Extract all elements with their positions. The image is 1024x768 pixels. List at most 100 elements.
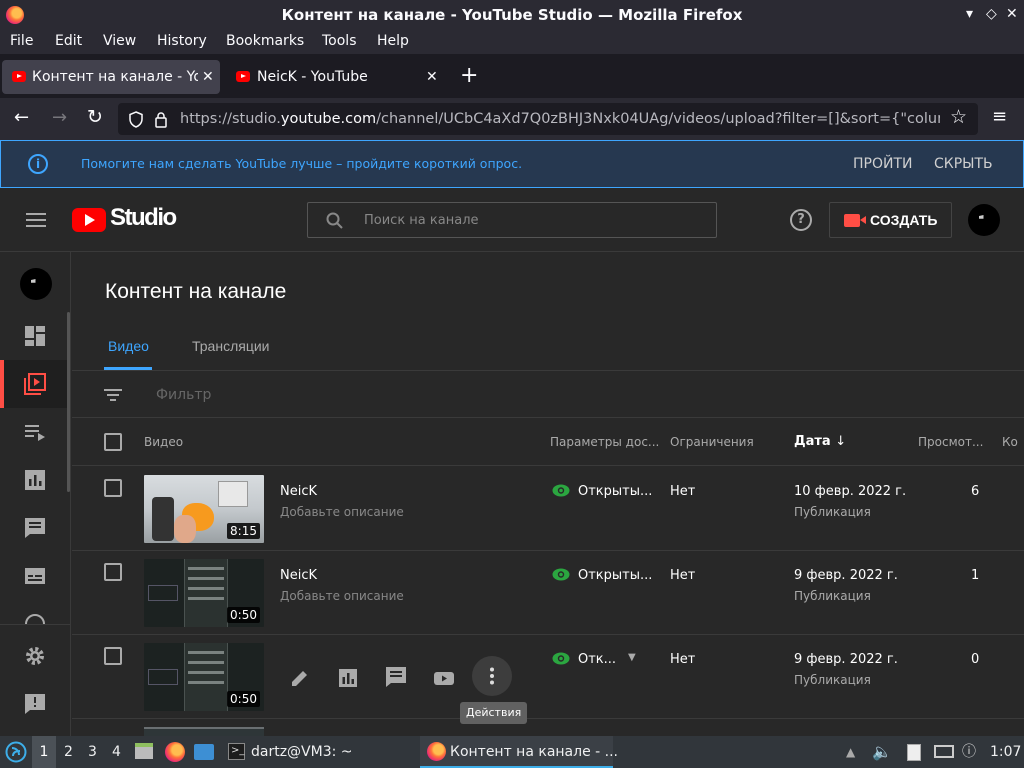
sidebar-scrollbar[interactable] <box>67 312 70 492</box>
desktop-icon[interactable] <box>194 744 214 760</box>
volume-icon[interactable]: 🔈 <box>872 736 892 768</box>
desktop-1[interactable]: 1 <box>32 736 56 768</box>
visibility-dropdown-icon[interactable]: ▼ <box>628 652 636 663</box>
menu-help[interactable]: Help <box>377 33 409 49</box>
video-duration: 0:50 <box>227 691 260 707</box>
close-icon[interactable]: ✕ <box>426 60 438 94</box>
tab-videos[interactable]: Видео <box>108 338 149 354</box>
window-minimize-button[interactable]: ▾ <box>966 6 973 22</box>
restrictions-value: Нет <box>670 568 696 583</box>
feedback-icon[interactable] <box>24 693 46 715</box>
tray-arrow-up-icon[interactable]: ▲ <box>846 736 855 768</box>
subtitles-icon[interactable] <box>24 565 46 587</box>
visibility-value[interactable]: Открыты... <box>552 484 652 499</box>
visibility-value[interactable]: Открыты... <box>552 568 652 583</box>
filter-icon[interactable] <box>104 389 122 401</box>
menu-file[interactable]: File <box>10 33 33 49</box>
playlists-icon[interactable] <box>24 421 46 443</box>
firefox-launcher-icon[interactable] <box>165 742 185 762</box>
col-date[interactable]: Дата ↓ <box>794 418 846 466</box>
survey-hide-button[interactable]: СКРЫТЬ <box>934 141 993 187</box>
analytics-icon[interactable] <box>24 469 46 491</box>
menu-history[interactable]: History <box>157 33 207 49</box>
col-restrictions[interactable]: Ограничения <box>670 418 754 466</box>
video-title[interactable]: NeicK <box>280 484 317 499</box>
table-row[interactable]: 0:50 Отк... ▼ Нет 9 февр. 2022 г. Публик… <box>72 635 1024 719</box>
copyright-icon[interactable] <box>24 613 46 624</box>
video-thumbnail[interactable]: 8:15 <box>144 475 264 543</box>
taskbar-firefox-label[interactable]: Контент на канале - ... <box>450 736 618 768</box>
video-thumbnail[interactable]: 0:50 <box>144 559 264 627</box>
channel-search[interactable] <box>307 202 717 238</box>
studio-logo-text[interactable]: Studio <box>110 204 177 232</box>
youtube-play-icon[interactable] <box>433 667 455 689</box>
table-row[interactable]: 8:15 NeicK Добавьте описание Открыты... … <box>72 467 1024 551</box>
table-row[interactable]: 0:50 NeicK Добавьте описание Открыты... … <box>72 551 1024 635</box>
video-description[interactable]: Добавьте описание <box>280 505 404 519</box>
tab-streams[interactable]: Трансляции <box>192 338 269 354</box>
help-icon[interactable]: ? <box>790 209 812 231</box>
notifications-icon[interactable]: ⓘ <box>962 736 976 768</box>
channel-avatar[interactable] <box>20 268 52 300</box>
col-views[interactable]: Просмот... <box>918 418 983 466</box>
tab-channel[interactable]: NeicK - YouTube ✕ <box>228 60 446 94</box>
select-all-checkbox[interactable] <box>104 433 122 451</box>
tab-studio[interactable]: Контент на канале - Yo ✕ <box>2 60 220 94</box>
desktop-3[interactable]: 3 <box>88 736 97 768</box>
col-visibility[interactable]: Параметры дос... <box>550 418 659 466</box>
start-menu-icon[interactable] <box>5 741 27 763</box>
filter-placeholder[interactable]: Фильтр <box>156 371 211 419</box>
clipboard-icon[interactable] <box>907 744 921 761</box>
new-tab-button[interactable]: + <box>460 64 478 88</box>
avatar[interactable] <box>968 204 1000 236</box>
search-input[interactable] <box>364 203 704 237</box>
options-button[interactable] <box>472 656 512 696</box>
url-bar[interactable]: https://studio.youtube.com/channel/UCbC4… <box>118 103 978 135</box>
video-description[interactable]: Добавьте описание <box>280 589 404 603</box>
app-menu-icon[interactable]: ≡ <box>992 106 1007 127</box>
window-close-button[interactable]: ✕ <box>1006 6 1018 22</box>
menu-view[interactable]: View <box>103 33 136 49</box>
create-label: СОЗДАТЬ <box>870 212 938 228</box>
reload-button[interactable]: ↻ <box>87 106 103 128</box>
menu-edit[interactable]: Edit <box>55 33 82 49</box>
row-checkbox[interactable] <box>104 479 122 497</box>
video-title[interactable]: NeicK <box>280 568 317 583</box>
close-icon[interactable]: ✕ <box>202 60 214 94</box>
file-manager-icon[interactable] <box>135 743 153 759</box>
settings-gear-icon[interactable] <box>24 645 46 667</box>
menu-bookmarks[interactable]: Bookmarks <box>226 33 304 49</box>
back-button[interactable]: ← <box>14 107 29 128</box>
next-row-thumbnail-partial <box>144 727 264 736</box>
col-comments[interactable]: Ко <box>1002 418 1018 466</box>
analytics-icon[interactable] <box>337 667 359 689</box>
lock-icon[interactable] <box>154 111 168 128</box>
comments-icon[interactable] <box>385 666 407 688</box>
desktop-4[interactable]: 4 <box>112 736 121 768</box>
forward-button[interactable]: → <box>52 107 67 128</box>
content-icon[interactable] <box>24 373 46 395</box>
visibility-value[interactable]: Отк... <box>552 652 616 667</box>
menu-hamburger-icon[interactable] <box>26 213 46 227</box>
row-checkbox[interactable] <box>104 647 122 665</box>
clock[interactable]: 1:07 <box>990 736 1021 768</box>
url-text[interactable]: https://studio.youtube.com/channel/UCbC4… <box>180 103 940 135</box>
shield-icon[interactable] <box>128 111 144 128</box>
survey-go-button[interactable]: ПРОЙТИ <box>853 141 913 187</box>
video-thumbnail[interactable]: 0:50 <box>144 643 264 711</box>
taskbar-terminal[interactable]: dartz@VM3: ~ <box>251 736 353 768</box>
window-maximize-button[interactable]: ◇ <box>986 6 997 22</box>
create-button[interactable]: СОЗДАТЬ <box>829 202 952 238</box>
desktop-2[interactable]: 2 <box>64 736 73 768</box>
network-icon[interactable] <box>934 745 954 758</box>
firefox-icon <box>427 742 446 761</box>
filter-bar[interactable]: Фильтр <box>72 370 1024 418</box>
dashboard-icon[interactable] <box>24 325 46 347</box>
comments-icon[interactable] <box>24 517 46 539</box>
menu-tools[interactable]: Tools <box>322 33 357 49</box>
youtube-logo-icon[interactable] <box>72 208 106 232</box>
row-checkbox[interactable] <box>104 563 122 581</box>
edit-pencil-icon[interactable] <box>289 667 311 689</box>
info-icon: i <box>28 154 48 174</box>
bookmark-star-icon[interactable]: ☆ <box>950 106 967 128</box>
